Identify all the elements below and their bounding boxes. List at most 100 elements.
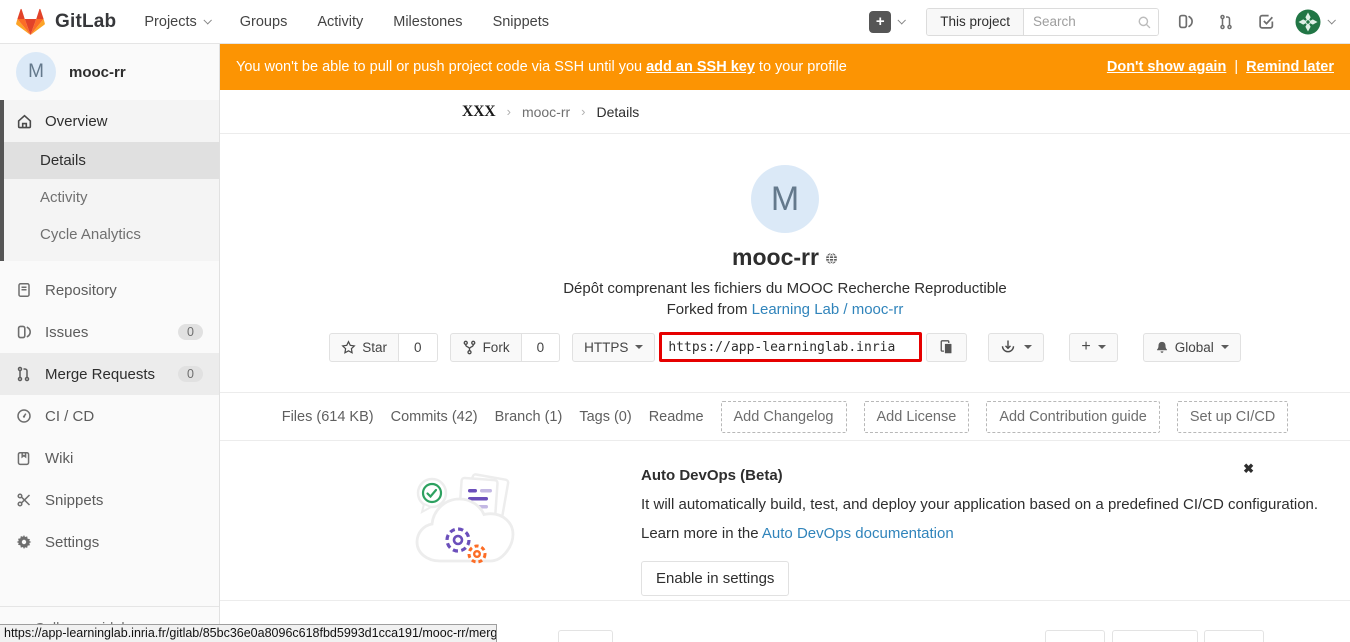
- tags-link[interactable]: Tags (0): [579, 409, 631, 425]
- issues-icon: [16, 324, 33, 340]
- todos-icon[interactable]: [1258, 13, 1275, 30]
- download-icon: [1000, 339, 1016, 355]
- merge-requests-icon: [16, 366, 33, 382]
- fork-count[interactable]: 0: [522, 333, 561, 362]
- nav-snippets[interactable]: Snippets: [493, 14, 549, 30]
- chevron-down-icon: [1327, 16, 1335, 24]
- auto-devops-callout: Auto DevOps (Beta) It will automatically…: [220, 441, 1350, 601]
- breadcrumb-separator: ›: [507, 104, 511, 119]
- nav-groups[interactable]: Groups: [240, 14, 288, 30]
- primary-nav: Projects Groups Activity Milestones Snip…: [144, 14, 549, 30]
- gitlab-logo[interactable]: GitLab: [16, 8, 116, 36]
- chevron-down-icon[interactable]: [898, 16, 906, 24]
- sidebar-item-settings[interactable]: Settings: [0, 521, 219, 563]
- user-menu[interactable]: [1295, 9, 1334, 35]
- setup-ci-cd-button[interactable]: Set up CI/CD: [1177, 401, 1288, 433]
- devops-body: It will automatically build, test, and d…: [641, 496, 1318, 513]
- sidebar-item-label: Wiki: [45, 450, 73, 467]
- gauge-icon: [16, 408, 33, 424]
- partial-button[interactable]: [1112, 630, 1198, 642]
- partial-button[interactable]: [558, 630, 613, 642]
- project-title: mooc-rr: [220, 244, 1350, 271]
- caret-down-icon: [1024, 345, 1032, 349]
- devops-illustration: [410, 463, 528, 578]
- branches-link[interactable]: Branch (1): [495, 409, 563, 425]
- sidebar-item-wiki[interactable]: Wiki: [0, 437, 219, 479]
- new-menu-button[interactable]: +: [869, 11, 891, 33]
- sidebar-item-merge-requests[interactable]: Merge Requests 0: [0, 353, 219, 395]
- sidebar-item-repository[interactable]: Repository: [0, 269, 219, 311]
- sidebar-item-snippets[interactable]: Snippets: [0, 479, 219, 521]
- sidebar-item-label: CI / CD: [45, 408, 94, 425]
- close-icon[interactable]: ✖: [1243, 461, 1254, 477]
- sidebar-section-overview: Overview Details Activity Cycle Analytic…: [0, 100, 219, 261]
- star-count[interactable]: 0: [399, 333, 438, 362]
- download-dropdown[interactable]: [988, 333, 1044, 362]
- add-changelog-button[interactable]: Add Changelog: [721, 401, 847, 433]
- nav-milestones[interactable]: Milestones: [393, 14, 462, 30]
- readme-link[interactable]: Readme: [649, 409, 704, 425]
- files-link[interactable]: Files (614 KB): [282, 409, 374, 425]
- star-button[interactable]: Star: [329, 333, 399, 362]
- add-license-button[interactable]: Add License: [864, 401, 970, 433]
- forked-from-link[interactable]: Learning Lab / mooc-rr: [752, 301, 904, 318]
- chevron-down-icon: [203, 16, 211, 24]
- add-contribution-guide-button[interactable]: Add Contribution guide: [986, 401, 1160, 433]
- breadcrumb-group[interactable]: XXX: [462, 103, 496, 121]
- search-scope-label[interactable]: This project: [927, 9, 1024, 35]
- clone-url-input[interactable]: [659, 332, 922, 362]
- gear-icon: [16, 534, 33, 550]
- partial-button[interactable]: [1045, 630, 1105, 642]
- project-actions-row: Star 0 Fork 0 HTTPS + Global: [220, 332, 1350, 362]
- copy-icon: [939, 339, 954, 355]
- public-globe-icon: [825, 252, 838, 265]
- sidebar-item-overview[interactable]: Overview: [4, 100, 219, 142]
- new-item-dropdown[interactable]: +: [1069, 333, 1117, 362]
- devops-docs-link[interactable]: Auto DevOps documentation: [762, 525, 954, 542]
- protocol-dropdown[interactable]: HTTPS: [572, 333, 655, 362]
- enable-in-settings-button[interactable]: Enable in settings: [641, 561, 789, 596]
- nav-activity[interactable]: Activity: [317, 14, 363, 30]
- breadcrumb-separator: ›: [581, 104, 585, 119]
- sidebar-item-details[interactable]: Details: [4, 142, 219, 179]
- merge-requests-count-badge: 0: [178, 366, 203, 382]
- browser-status-bar: https://app-learninglab.inria.fr/gitlab/…: [0, 624, 497, 642]
- main-content: XXX › mooc-rr › Details M mooc-rr Dépôt …: [220, 44, 1350, 642]
- issues-count-badge: 0: [178, 324, 203, 340]
- scissors-icon: [16, 492, 33, 508]
- dont-show-again-link[interactable]: Don't show again: [1107, 59, 1226, 75]
- commits-link[interactable]: Commits (42): [391, 409, 478, 425]
- sidebar-item-cycle-analytics[interactable]: Cycle Analytics: [4, 216, 219, 253]
- issues-icon[interactable]: [1177, 13, 1194, 30]
- book-icon: [16, 451, 33, 466]
- partial-button[interactable]: [1204, 630, 1264, 642]
- project-avatar: M: [16, 52, 56, 92]
- top-navbar: GitLab Projects Groups Activity Mileston…: [0, 0, 1350, 44]
- nav-projects[interactable]: Projects: [144, 14, 209, 30]
- copy-url-button[interactable]: [926, 333, 967, 362]
- sidebar-item-ci-cd[interactable]: CI / CD: [0, 395, 219, 437]
- breadcrumb-project[interactable]: mooc-rr: [522, 104, 570, 120]
- search-control: This project: [926, 8, 1159, 36]
- sidebar-item-label: Settings: [45, 534, 99, 551]
- sidebar-item-label: Overview: [45, 113, 108, 130]
- sidebar-item-label: Snippets: [45, 492, 103, 509]
- notification-dropdown[interactable]: Global: [1143, 333, 1241, 362]
- brand-name: GitLab: [55, 11, 116, 33]
- bell-icon: [1155, 340, 1169, 355]
- sidebar-item-issues[interactable]: Issues 0: [0, 311, 219, 353]
- search-icon: [1137, 15, 1152, 30]
- add-ssh-key-link[interactable]: add an SSH key: [646, 59, 755, 75]
- remind-later-link[interactable]: Remind later: [1246, 59, 1334, 75]
- project-avatar-large: M: [751, 165, 819, 233]
- sidebar-item-activity[interactable]: Activity: [4, 179, 219, 216]
- document-icon: [16, 282, 33, 298]
- sidebar-project-header[interactable]: M mooc-rr: [0, 44, 219, 100]
- merge-requests-icon[interactable]: [1218, 14, 1234, 30]
- user-avatar: [1295, 9, 1321, 35]
- fork-button[interactable]: Fork: [450, 333, 522, 362]
- breadcrumb-page[interactable]: Details: [597, 104, 640, 120]
- fork-icon: [462, 340, 477, 355]
- caret-down-icon: [1221, 345, 1229, 349]
- project-description: Dépôt comprenant les fichiers du MOOC Re…: [220, 280, 1350, 297]
